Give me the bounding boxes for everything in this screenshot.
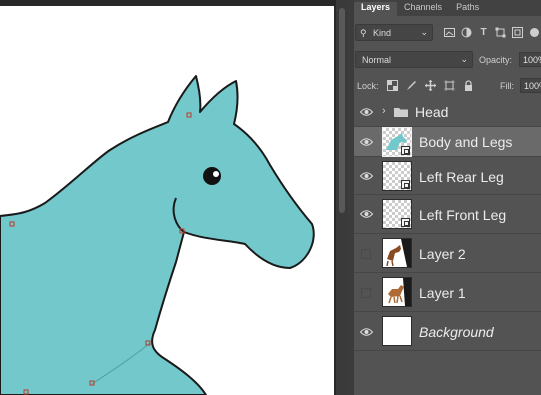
layers-panel: Layers Channels Paths ⚲ Kind ⌄ T Normal …	[354, 0, 541, 395]
tab-layers[interactable]: Layers	[354, 2, 398, 16]
smart-object-badge-icon	[401, 146, 410, 155]
horse-artwork	[0, 75, 315, 395]
lock-label: Lock:	[357, 81, 379, 91]
layer-name: Layer 2	[419, 246, 466, 262]
layer-thumbnail	[382, 161, 412, 191]
lock-transparency-icon[interactable]	[387, 80, 398, 91]
layer-thumbnail	[382, 238, 412, 268]
layer-name: Background	[419, 324, 494, 340]
panel-tabs: Layers Channels Paths	[354, 0, 541, 16]
lock-pixels-icon[interactable]	[406, 80, 417, 91]
layer-name: Left Front Leg	[419, 207, 507, 223]
visibility-toggle[interactable]	[361, 249, 371, 259]
layer-row-head[interactable]: › Head	[354, 97, 541, 127]
layer-thumbnail	[382, 277, 412, 307]
canvas-vertical-scrollbar[interactable]	[336, 0, 348, 395]
lock-row: Lock: Fill: 100%	[354, 77, 541, 95]
smart-object-badge-icon	[401, 180, 410, 189]
chevron-right-icon[interactable]: ›	[382, 105, 386, 117]
chevron-down-icon: ⌄	[420, 27, 428, 37]
lock-position-icon[interactable]	[425, 80, 436, 91]
layer-row-layer-1[interactable]: Layer 1	[354, 273, 541, 312]
adjustment-filter-icon[interactable]	[461, 27, 472, 38]
shape-filter-icon[interactable]	[495, 27, 506, 38]
blend-mode-select[interactable]: Normal ⌄	[355, 51, 473, 68]
search-icon: ⚲	[360, 28, 367, 38]
eye-icon[interactable]	[360, 107, 373, 117]
filter-toggle-icon[interactable]	[529, 27, 540, 38]
layer-row-background[interactable]: Background	[354, 312, 541, 351]
layer-row-layer-2[interactable]: Layer 2	[354, 234, 541, 273]
layer-name: Head	[415, 104, 449, 120]
opacity-input[interactable]: 100%	[519, 52, 541, 67]
layer-name: Layer 1	[419, 285, 466, 301]
blend-row: Normal ⌄ Opacity: 100%	[354, 50, 541, 70]
layer-row-left-rear-leg[interactable]: Left Rear Leg	[354, 157, 541, 195]
fill-label: Fill:	[500, 81, 514, 91]
horse-photo-icon	[388, 278, 411, 306]
layer-thumbnail	[382, 127, 412, 157]
opacity-label: Opacity:	[479, 55, 513, 65]
folder-icon	[394, 108, 408, 117]
smart-object-badge-icon	[401, 218, 410, 227]
layer-name: Body and Legs	[419, 134, 513, 150]
layer-name: Left Rear Leg	[419, 169, 504, 185]
eye-icon[interactable]	[360, 137, 373, 147]
eye-icon[interactable]	[360, 327, 373, 337]
artboard-lock-icon[interactable]	[444, 80, 455, 91]
blend-mode-value: Normal	[362, 55, 392, 65]
layer-row-body-and-legs[interactable]: Body and Legs	[354, 127, 541, 157]
chevron-down-icon: ⌄	[460, 54, 468, 64]
canvas-area[interactable]	[0, 0, 336, 395]
smart-object-filter-icon[interactable]	[512, 27, 523, 38]
type-filter-icon[interactable]: T	[478, 27, 489, 38]
scrollbar-thumb[interactable]	[339, 8, 345, 213]
layer-thumbnail	[382, 199, 412, 229]
pixel-filter-icon[interactable]	[444, 27, 455, 38]
eye-icon[interactable]	[360, 209, 373, 219]
layer-filter-row: ⚲ Kind ⌄ T	[354, 22, 541, 44]
layers-empty-area	[354, 351, 541, 395]
fill-input[interactable]: 100%	[520, 78, 541, 93]
horse-photo-icon	[386, 239, 411, 267]
layer-thumbnail	[382, 316, 412, 346]
layers-list: › Head Body and Legs Left Rear Leg Left …	[354, 97, 541, 395]
eye-icon[interactable]	[360, 171, 373, 181]
tab-channels[interactable]: Channels	[397, 2, 449, 16]
document-canvas[interactable]	[0, 6, 334, 395]
tab-paths[interactable]: Paths	[449, 2, 486, 16]
lock-all-icon[interactable]	[463, 80, 474, 91]
layer-row-left-front-leg[interactable]: Left Front Leg	[354, 195, 541, 234]
visibility-toggle[interactable]	[361, 288, 371, 298]
filter-kind-select[interactable]: ⚲ Kind ⌄	[355, 24, 433, 41]
filter-kind-label: Kind	[373, 28, 392, 38]
